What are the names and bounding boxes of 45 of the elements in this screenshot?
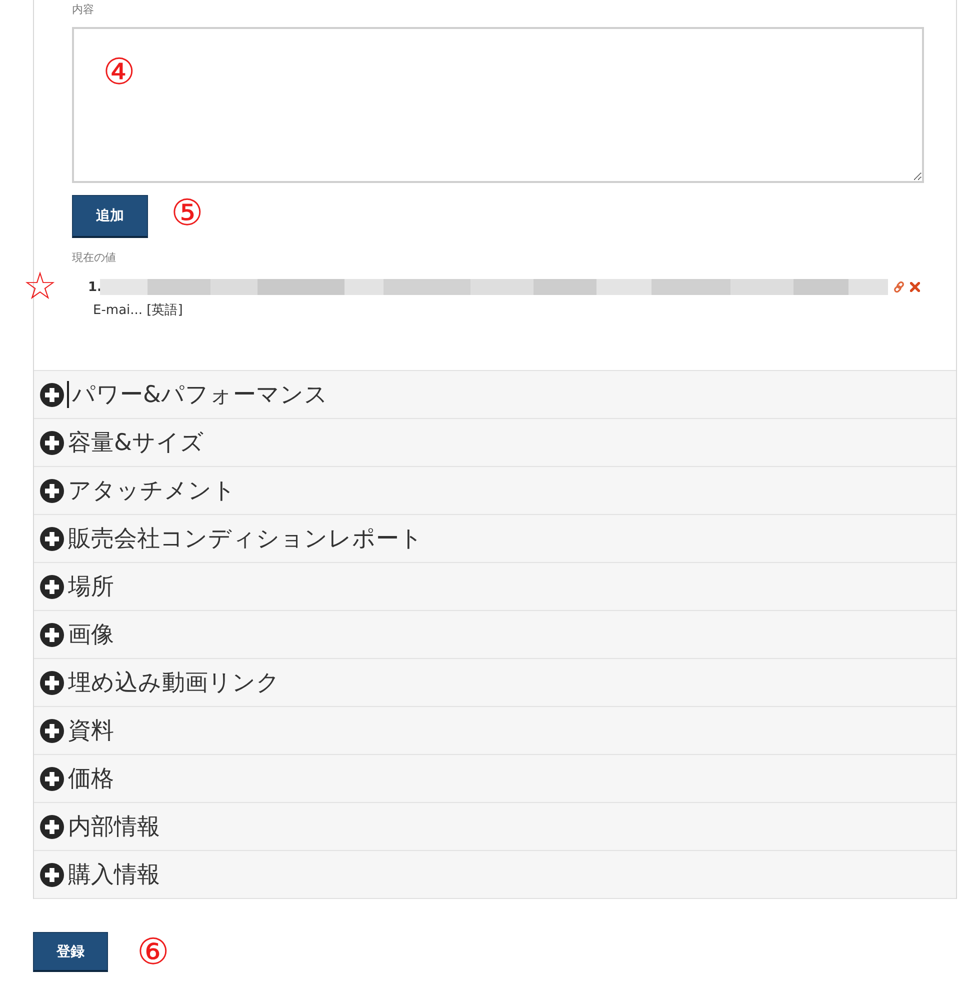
- section-title: 埋め込み動画リンク: [68, 668, 280, 698]
- section-title: 価格: [68, 764, 114, 794]
- plus-circle-icon[interactable]: [40, 718, 64, 742]
- plus-circle-icon[interactable]: [40, 766, 64, 790]
- annotation-mark: ⑤: [171, 195, 203, 231]
- plus-circle-icon[interactable]: [40, 814, 64, 838]
- section-title: 画像: [68, 620, 114, 650]
- annotation-mark: ④: [103, 54, 135, 90]
- submit-button[interactable]: 登録: [33, 932, 108, 972]
- accordion-section[interactable]: 画像: [34, 610, 956, 658]
- plus-circle-icon[interactable]: [40, 862, 64, 886]
- section-title: 場所: [68, 572, 114, 602]
- accordion-section[interactable]: アタッチメント: [34, 466, 956, 514]
- delete-icon[interactable]: [910, 282, 920, 292]
- section-title: 内部情報: [68, 812, 160, 842]
- item-description: E-mai... [英語]: [93, 302, 183, 320]
- accordion-section[interactable]: 購入情報: [34, 850, 956, 898]
- annotation-mark: ⑥: [137, 934, 169, 970]
- plus-circle-icon[interactable]: [40, 430, 64, 454]
- accordion-section[interactable]: 資料: [34, 706, 956, 754]
- accordion-section[interactable]: 埋め込み動画リンク: [34, 658, 956, 706]
- accordion-section[interactable]: 内部情報: [34, 802, 956, 850]
- plus-circle-icon[interactable]: [40, 526, 64, 550]
- accordion-section[interactable]: 価格: [34, 754, 956, 802]
- accordion-section[interactable]: 販売会社コンディションレポート: [34, 514, 956, 562]
- section-title: 販売会社コンディションレポート: [68, 524, 423, 554]
- add-button[interactable]: 追加: [72, 195, 148, 238]
- accordion-section[interactable]: パワー&パフォーマンス: [34, 370, 956, 418]
- annotation-mark: ☆: [23, 269, 57, 305]
- section-title: パワー&パフォーマンス: [72, 380, 328, 410]
- section-title: 購入情報: [68, 860, 160, 890]
- section-title: 資料: [68, 716, 114, 746]
- plus-circle-icon[interactable]: [40, 382, 64, 406]
- plus-circle-icon[interactable]: [40, 622, 64, 646]
- section-title: 容量&サイズ: [68, 428, 204, 458]
- plus-circle-icon[interactable]: [40, 478, 64, 502]
- item-number: 1.: [88, 280, 100, 294]
- accordion-section[interactable]: 容量&サイズ: [34, 418, 956, 466]
- accordion-section[interactable]: 場所: [34, 562, 956, 610]
- link-icon[interactable]: [893, 281, 905, 293]
- field-label: 現在の値: [72, 251, 116, 265]
- section-title: アタッチメント: [68, 476, 236, 506]
- field-label: 内容: [72, 3, 94, 17]
- plus-circle-icon[interactable]: [40, 574, 64, 598]
- plus-circle-icon[interactable]: [40, 670, 64, 694]
